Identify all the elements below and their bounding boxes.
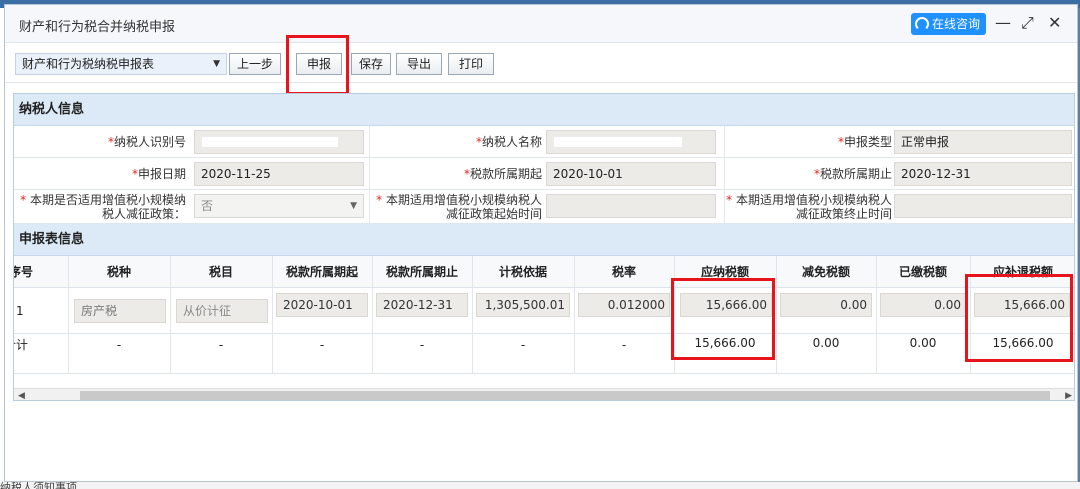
col-header-period-start: 税款所属期起 bbox=[285, 265, 358, 279]
scrollbar-thumb[interactable] bbox=[80, 391, 1050, 400]
small-policy-label: * 本期是否适用增值税小规模纳 税人减征政策： bbox=[20, 193, 186, 221]
export-button[interactable]: 导出 bbox=[396, 53, 442, 75]
taxpayer-name-redaction bbox=[554, 137, 682, 147]
declaration-table: 序号 税种 税目 税款所属期起 税款所属期止 计税依据 税率 应纳税额 减免税额… bbox=[14, 256, 1074, 374]
policy-end-field[interactable] bbox=[894, 194, 1072, 218]
cell-tax-item[interactable]: 从价计征 bbox=[176, 299, 268, 323]
cell-period-end: 2020-12-31 bbox=[376, 293, 468, 317]
period-start-label: *税款所属期起 bbox=[463, 167, 542, 181]
column-divider bbox=[272, 288, 273, 333]
cell-total-tax-exempt: 0.00 bbox=[812, 336, 840, 350]
table-total-row: 合计 - - - - - - 15,666.00 0.00 0.00 bbox=[14, 334, 1074, 374]
col-header-tax-rate: 税率 bbox=[611, 265, 636, 279]
cell-tax-type[interactable]: 房产税 bbox=[74, 299, 166, 323]
col-header-index: 序号 bbox=[14, 265, 33, 279]
column-divider bbox=[776, 288, 777, 333]
col-header-period-end: 税款所属期止 bbox=[385, 265, 458, 279]
column-divider bbox=[372, 288, 373, 333]
taxpayer-name-label: *纳税人名称 bbox=[475, 135, 542, 149]
dialog-titlebar: 财产和行为税合并纳税申报 在线咨询 — ⤢ ✕ bbox=[5, 5, 1077, 43]
horizontal-scrollbar[interactable]: ◀ ▶ bbox=[14, 388, 1074, 400]
headset-icon bbox=[915, 17, 929, 31]
cell-tax-exempt: 0.00 bbox=[780, 293, 872, 317]
save-button[interactable]: 保存 bbox=[351, 53, 391, 75]
declaration-date-label: *申报日期 bbox=[131, 167, 186, 181]
taxpayer-id-redaction bbox=[202, 137, 338, 147]
dialog-title: 财产和行为税合并纳税申报 bbox=[19, 20, 176, 35]
taxpayer-section-title: 纳税人信息 bbox=[14, 94, 1074, 126]
table-row: 1 房产税 从价计征 2020-10-01 2020-12-31 1,305,5… bbox=[14, 288, 1074, 334]
caret-down-icon: ▼ bbox=[350, 201, 357, 211]
declaration-date-field: 2020-11-25 bbox=[194, 162, 364, 186]
cell-period-start: 2020-10-01 bbox=[276, 293, 368, 317]
taxpayer-row-3: * 本期是否适用增值税小规模纳 税人减征政策： 否 ▼ * 本期适用增值税小规模纳… bbox=[14, 190, 1074, 224]
declaration-section-title: 申报表信息 bbox=[14, 224, 1074, 256]
col-header-tax-item: 税目 bbox=[208, 265, 233, 279]
declaration-type-field: 正常申报 bbox=[894, 130, 1072, 154]
taxpayer-row-2: *申报日期 2020-11-25 *税款所属期起 2020-10-01 *税款所… bbox=[14, 158, 1074, 190]
highlight-submit-button bbox=[286, 35, 349, 95]
background-bottom bbox=[0, 482, 1080, 489]
cell-total-tax-type: - bbox=[116, 338, 122, 352]
taxpayer-id-label: *纳税人识别号 bbox=[107, 135, 186, 149]
print-button[interactable]: 打印 bbox=[448, 53, 494, 75]
cell-total-label: 合计 bbox=[14, 338, 29, 352]
cell-tax-paid: 0.00 bbox=[880, 293, 966, 317]
toolbar: 财产和行为税纳税申报表 ▼ 上一步 申报 保存 导出 打印 bbox=[5, 43, 1077, 83]
col-header-tax-basis: 计税依据 bbox=[498, 265, 547, 279]
cell-total-period-end: - bbox=[419, 338, 425, 352]
highlight-tax-payable bbox=[671, 278, 775, 360]
column-divider bbox=[876, 288, 877, 333]
scroll-right-icon[interactable]: ▶ bbox=[1065, 389, 1072, 400]
period-end-label: *税款所属期止 bbox=[813, 167, 892, 181]
policy-start-label: * 本期适用增值税小规模纳税人 减征政策起始时间 bbox=[376, 193, 542, 221]
cell-total-tax-item: - bbox=[218, 338, 224, 352]
period-start-field: 2020-10-01 bbox=[546, 162, 716, 186]
maximize-icon[interactable]: ⤢ bbox=[1021, 14, 1034, 32]
col-header-tax-type: 税种 bbox=[106, 265, 131, 279]
online-consult-button[interactable]: 在线咨询 bbox=[911, 13, 987, 35]
minimize-icon[interactable]: — bbox=[995, 14, 1011, 32]
cell-total-tax-basis: - bbox=[520, 338, 526, 352]
policy-start-field[interactable] bbox=[546, 194, 716, 218]
cell-tax-basis: 1,305,500.01 bbox=[476, 293, 570, 317]
column-divider bbox=[68, 288, 69, 333]
small-policy-select-value: 否 bbox=[201, 199, 214, 213]
cell-total-tax-rate: - bbox=[621, 338, 627, 352]
cell-index: 1 bbox=[16, 304, 24, 318]
small-policy-select[interactable]: 否 ▼ bbox=[194, 194, 364, 218]
period-end-field: 2020-12-31 bbox=[894, 162, 1072, 186]
declaration-type-label: *申报类型 bbox=[837, 135, 892, 149]
close-icon[interactable]: ✕ bbox=[1048, 14, 1061, 32]
caret-down-icon: ▼ bbox=[213, 59, 220, 69]
form-type-select[interactable]: 财产和行为税纳税申报表 ▼ bbox=[15, 53, 227, 75]
online-consult-label: 在线咨询 bbox=[932, 17, 981, 31]
cell-total-period-start: - bbox=[319, 338, 325, 352]
col-header-tax-exempt: 减免税额 bbox=[801, 265, 850, 279]
cell-tax-rate: 0.012000 bbox=[578, 293, 670, 317]
col-header-tax-paid: 已缴税额 bbox=[898, 265, 947, 279]
column-divider bbox=[170, 288, 171, 333]
scroll-left-icon[interactable]: ◀ bbox=[18, 389, 25, 400]
form-type-select-value: 财产和行为税纳税申报表 bbox=[22, 57, 155, 71]
policy-end-label: * 本期适用增值税小规模纳税人 减征政策终止时间 bbox=[726, 193, 892, 221]
taxpayer-row-1: *纳税人识别号 *纳税人名称 *申报类型 正常申报 bbox=[14, 126, 1074, 158]
column-divider bbox=[574, 288, 575, 333]
prev-step-button[interactable]: 上一步 bbox=[229, 53, 281, 75]
highlight-tax-due bbox=[965, 274, 1073, 362]
cell-total-tax-paid: 0.00 bbox=[909, 336, 937, 350]
tax-declaration-dialog: 财产和行为税合并纳税申报 在线咨询 — ⤢ ✕ 财产和行为税纳税申报表 ▼ 上一… bbox=[4, 4, 1078, 482]
table-header-row: 序号 税种 税目 税款所属期起 税款所属期止 计税依据 税率 应纳税额 减免税额… bbox=[14, 256, 1074, 288]
form-panel: 纳税人信息 *纳税人识别号 *纳税人名称 *申报类型 正常申报 *申报日期 20… bbox=[13, 93, 1075, 401]
column-divider bbox=[472, 288, 473, 333]
